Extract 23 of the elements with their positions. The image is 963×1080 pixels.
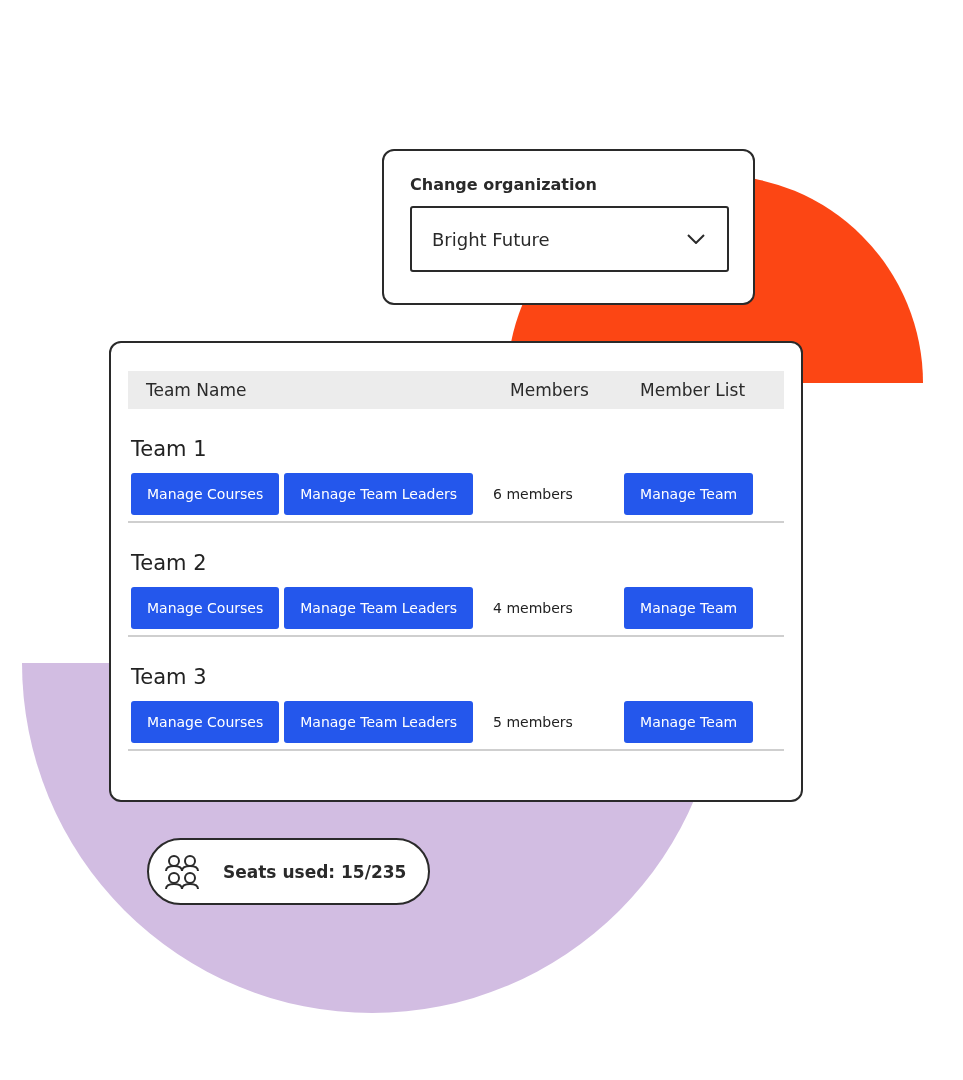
- team-name: Team 1: [131, 437, 208, 461]
- team-name: Team 3: [131, 665, 208, 689]
- member-count: 6 members: [493, 486, 574, 502]
- chevron-down-icon: [687, 234, 705, 244]
- manage-button[interactable]: Manage Courses: [131, 587, 280, 629]
- manage-button[interactable]: Manage Team Leaders: [284, 473, 474, 515]
- seats-used-text: Seats used: 15/235: [223, 861, 407, 882]
- manage-button[interactable]: Manage Courses: [131, 701, 280, 743]
- people-icon: [163, 852, 201, 891]
- manage-button[interactable]: Manage Courses: [131, 473, 280, 515]
- column-header: Member List: [640, 380, 747, 400]
- organization-select[interactable]: Bright Future: [410, 206, 729, 272]
- manage-team-button[interactable]: Manage Team: [624, 587, 754, 629]
- manage-team-button[interactable]: Manage Team: [624, 473, 754, 515]
- manage-button[interactable]: Manage Team Leaders: [284, 587, 474, 629]
- team-name: Team 2: [131, 551, 208, 575]
- manage-team-button[interactable]: Manage Team: [624, 701, 754, 743]
- column-header: Members: [510, 380, 590, 400]
- organization-label: Change organization: [410, 175, 598, 194]
- member-count: 4 members: [493, 600, 574, 616]
- member-count: 5 members: [493, 714, 574, 730]
- manage-button[interactable]: Manage Team Leaders: [284, 701, 474, 743]
- column-header: Team Name: [146, 380, 248, 400]
